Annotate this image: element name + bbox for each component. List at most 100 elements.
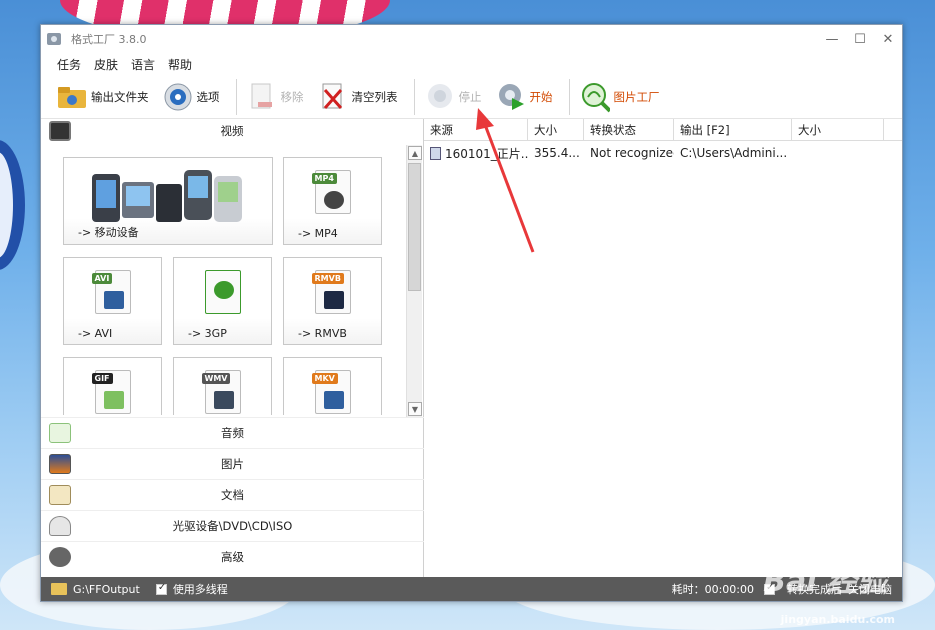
menu-help[interactable]: 帮助 xyxy=(168,56,192,73)
maximize-button[interactable]: ☐ xyxy=(846,32,874,47)
category-label: 音频 xyxy=(221,426,244,440)
category-video[interactable]: 视频 xyxy=(41,119,423,143)
clear-list-button[interactable]: 清空列表 xyxy=(314,78,402,116)
output-folder-button[interactable]: 输出文件夹 xyxy=(53,78,153,116)
app-window: 格式工厂 3.8.0 — ☐ ✕ 任务 皮肤 语言 帮助 输出文件夹 选项 移除… xyxy=(40,24,903,602)
menu-bar: 任务 皮肤 语言 帮助 xyxy=(41,53,902,75)
remove-button[interactable]: 移除 xyxy=(243,78,308,116)
tile-3gp[interactable]: -> 3GP xyxy=(173,257,272,345)
reel-graphic xyxy=(213,281,234,299)
close-button[interactable]: ✕ xyxy=(874,32,902,47)
watermark-logo: Bai 经验 xyxy=(763,564,887,599)
desktop-ring xyxy=(0,140,25,270)
menu-skin[interactable]: 皮肤 xyxy=(94,56,118,73)
scroll-down-icon[interactable]: ▼ xyxy=(408,402,422,416)
clear-list-icon xyxy=(318,82,348,112)
category-document[interactable]: 文档 xyxy=(41,479,424,510)
stop-icon xyxy=(425,82,455,112)
video-file-icon xyxy=(430,146,441,160)
tile-label: -> AVI xyxy=(78,327,113,340)
reel-icon xyxy=(49,547,71,567)
col-output-size[interactable]: 大小 xyxy=(792,119,884,140)
multithread-label: 使用多线程 xyxy=(172,583,228,596)
task-table-header: 来源 大小 转换状态 输出 [F2] 大小 xyxy=(424,119,902,141)
window-controls: — ☐ ✕ xyxy=(818,32,902,47)
avi-file-icon: AVI xyxy=(91,270,131,314)
tile-avi[interactable]: AVI -> AVI xyxy=(63,257,162,345)
category-list: 音频 图片 文档 光驱设备\DVD\CD\ISO 高级 xyxy=(41,417,424,572)
options-button[interactable]: 选项 xyxy=(159,78,224,116)
menu-task[interactable]: 任务 xyxy=(57,56,81,73)
window-title: 格式工厂 3.8.0 xyxy=(71,33,147,46)
gear-icon xyxy=(163,82,193,112)
app-icon xyxy=(47,33,61,45)
remove-icon xyxy=(247,82,277,112)
tile-wmv[interactable]: WMV xyxy=(173,357,272,415)
start-button[interactable]: 开始 xyxy=(492,78,557,116)
output-folder-label: 输出文件夹 xyxy=(91,89,149,104)
start-icon xyxy=(496,82,526,112)
mp4-file-icon: MP4 xyxy=(311,170,351,214)
minimize-button[interactable]: — xyxy=(818,32,846,47)
tile-gif[interactable]: GIF xyxy=(63,357,162,415)
format-panel: 视频 -> 移动设备 MP4 -> MP4 AVI -> AVI -> 3GP … xyxy=(41,119,424,577)
picture-factory-button[interactable]: 图片工厂 xyxy=(576,78,664,116)
col-source[interactable]: 来源 xyxy=(424,119,528,140)
format-scrollbar[interactable]: ▲ ▼ xyxy=(406,145,422,417)
cell-size: 355.4... xyxy=(534,146,580,160)
3gp-file-icon xyxy=(204,270,241,314)
camera-graphic xyxy=(213,391,234,409)
category-image[interactable]: 图片 xyxy=(41,448,424,479)
watermark-url: jingyan.baidu.com xyxy=(780,613,895,626)
category-label: 光驱设备\DVD\CD\ISO xyxy=(172,519,293,533)
mobile-devices-icon xyxy=(92,170,242,222)
tile-mobile-device[interactable]: -> 移动设备 xyxy=(63,157,273,245)
tile-mkv[interactable]: MKV xyxy=(283,357,382,415)
cell-output: C:\Users\Admini... xyxy=(680,146,788,160)
multithread-checkbox[interactable] xyxy=(155,582,167,595)
menu-language[interactable]: 语言 xyxy=(131,56,155,73)
picture-factory-icon xyxy=(580,82,610,112)
rmvb-file-icon: RMVB xyxy=(311,270,351,314)
tile-label: -> 移动设备 xyxy=(78,226,139,239)
wmv-file-icon: WMV xyxy=(201,370,241,414)
tile-mp4[interactable]: MP4 -> MP4 xyxy=(283,157,382,245)
category-advanced[interactable]: 高级 xyxy=(41,541,424,572)
film-graphic xyxy=(323,391,344,409)
task-list: 来源 大小 转换状态 输出 [F2] 大小 160101_正片... 355.4… xyxy=(424,119,902,577)
cell-status: Not recognized xyxy=(590,146,674,160)
col-output[interactable]: 输出 [F2] xyxy=(674,119,792,140)
main-area: 视频 -> 移动设备 MP4 -> MP4 AVI -> AVI -> 3GP … xyxy=(41,119,902,577)
scroll-thumb[interactable] xyxy=(408,163,421,291)
format-tag: GIF xyxy=(91,373,113,384)
image-graphic xyxy=(103,391,124,409)
options-label: 选项 xyxy=(196,89,220,104)
film-graphic xyxy=(103,291,124,309)
table-row[interactable]: 160101_正片... 355.4... Not recognized C:\… xyxy=(424,141,902,165)
stop-label: 停止 xyxy=(458,89,482,104)
category-audio[interactable]: 音频 xyxy=(41,417,424,448)
tile-rmvb[interactable]: RMVB -> RMVB xyxy=(283,257,382,345)
tile-label: -> 3GP xyxy=(188,327,227,340)
format-tag: MP4 xyxy=(311,173,337,184)
scroll-up-icon[interactable]: ▲ xyxy=(408,146,422,160)
tile-label: -> MP4 xyxy=(298,227,338,240)
output-path[interactable]: G:\FFOutput xyxy=(73,583,140,596)
cell-source-text: 160101_正片... xyxy=(445,146,528,161)
category-disc[interactable]: 光驱设备\DVD\CD\ISO xyxy=(41,510,424,541)
document-icon xyxy=(49,485,71,505)
mkv-file-icon: MKV xyxy=(311,370,351,414)
format-grid: -> 移动设备 MP4 -> MP4 AVI -> AVI -> 3GP RMV… xyxy=(41,145,405,415)
category-label: 文档 xyxy=(221,488,244,502)
stop-button[interactable]: 停止 xyxy=(421,78,486,116)
format-tag: MKV xyxy=(311,373,338,384)
col-status[interactable]: 转换状态 xyxy=(584,119,674,140)
format-tag: AVI xyxy=(91,273,113,284)
start-label: 开始 xyxy=(529,89,553,104)
clear-list-label: 清空列表 xyxy=(351,89,398,104)
toolbar-separator xyxy=(413,78,415,115)
col-size[interactable]: 大小 xyxy=(528,119,584,140)
format-tag: RMVB xyxy=(311,273,344,284)
format-tag: WMV xyxy=(201,373,231,384)
folder-icon[interactable] xyxy=(51,583,67,595)
